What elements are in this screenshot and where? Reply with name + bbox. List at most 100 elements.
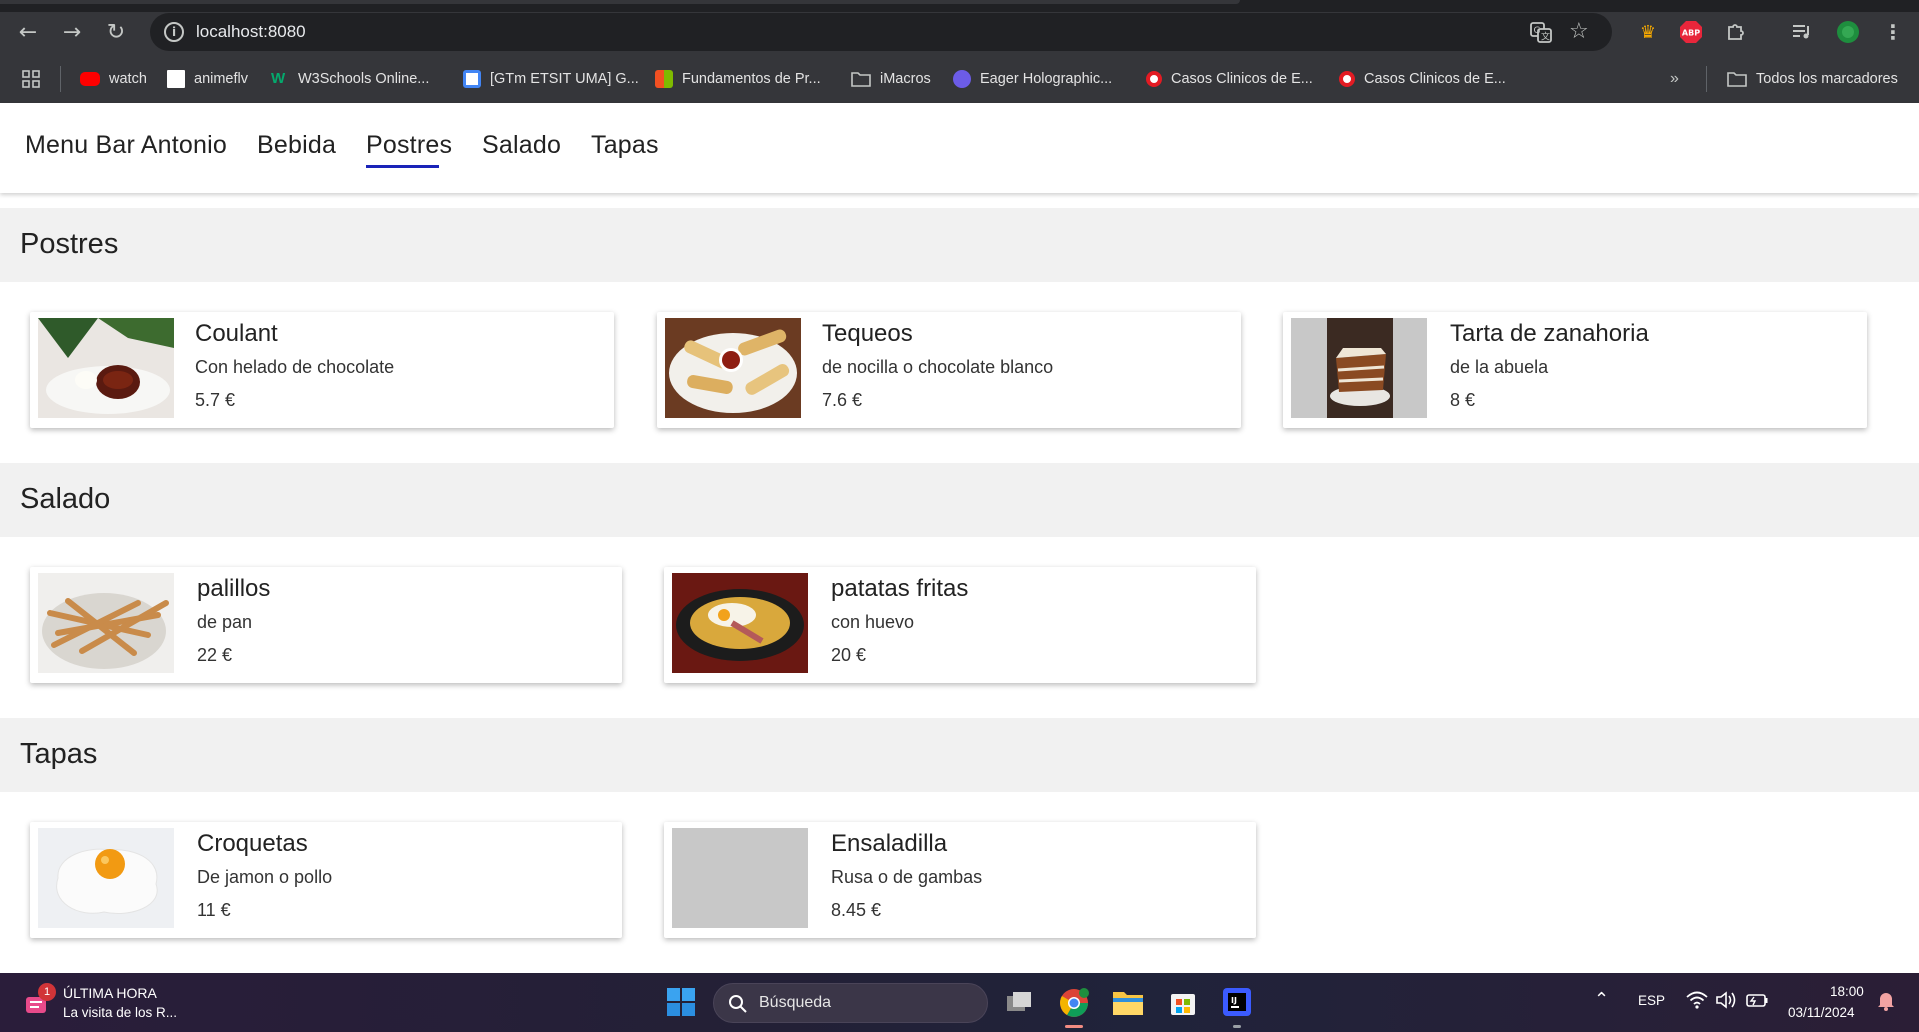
item-price: 11 € [197, 900, 231, 920]
card-text: Coulant Con helado de chocolate 5.7 € [195, 320, 394, 411]
section-title: Tapas [20, 738, 98, 770]
item-description: de la abuela [1450, 357, 1549, 377]
news-widget-icon[interactable]: 1 [22, 983, 56, 1017]
bookmark-w3schools[interactable]: W W3Schools Online... [271, 68, 429, 90]
bookmark-animeflv[interactable]: animeflv [167, 68, 248, 90]
section-header-tapas: Tapas [0, 718, 1919, 792]
bookmark-label: Casos Clinicos de E... [1364, 71, 1506, 87]
language-indicator[interactable]: ESP [1638, 993, 1665, 1008]
bookmark-casos-1[interactable]: Casos Clinicos de E... [1146, 68, 1313, 90]
tequeos-photo [665, 318, 801, 418]
apps-grid-icon[interactable] [22, 68, 40, 90]
carrot-cake-photo [1291, 318, 1427, 418]
card-text: Ensaladilla Rusa o de gambas 8.45 € [831, 830, 982, 921]
bookmark-fundamentos[interactable]: Fundamentos de Pr... [655, 68, 821, 90]
item-name: patatas fritas [831, 575, 969, 602]
bookmarks-divider [60, 66, 61, 92]
reload-icon[interactable]: ↻ [100, 16, 132, 48]
target-icon [1146, 71, 1162, 87]
svg-text:文: 文 [1541, 31, 1550, 43]
section-title: Salado [20, 483, 111, 515]
fried-egg-photo [38, 828, 174, 928]
translate-icon[interactable]: G文 [1530, 21, 1552, 48]
bookmarks-bar: watch animeflv W W3Schools Online... [GT… [0, 62, 1919, 96]
battery-icon[interactable] [1745, 991, 1769, 1014]
bookmark-gtm-etsit[interactable]: [GTm ETSIT UMA] G... [463, 68, 639, 90]
bookmark-label: Fundamentos de Pr... [682, 71, 821, 87]
back-icon[interactable]: ← [12, 16, 44, 48]
tab-strip [0, 0, 1919, 12]
card-text: Tarta de zanahoria de la abuela 8 € [1450, 320, 1649, 411]
clock-date[interactable]: 03/11/2024 [1788, 1005, 1855, 1020]
forward-icon[interactable]: → [56, 16, 88, 48]
all-bookmarks[interactable]: Todos los marcadores [1727, 68, 1898, 90]
brand-title[interactable]: Menu Bar Antonio [25, 131, 227, 160]
show-hidden-icons[interactable]: ⌃ [1594, 989, 1609, 1010]
crown-extension-icon[interactable]: ♛ [1633, 17, 1663, 47]
menu-card-coulant[interactable]: Coulant Con helado de chocolate 5.7 € [30, 312, 614, 428]
active-tab[interactable] [0, 0, 1240, 4]
menu-card-palillos[interactable]: palillos de pan 22 € [30, 567, 622, 683]
svg-text:IJ: IJ [1231, 996, 1237, 1005]
adblock-extension-icon[interactable]: ABP [1676, 17, 1706, 47]
microsoft-icon [655, 70, 673, 88]
bookmark-label: Eager Holographic... [980, 71, 1113, 87]
microsoft-store-icon[interactable] [1168, 987, 1198, 1017]
news-title[interactable]: ÚLTIMA HORA [63, 985, 157, 1001]
menu-card-patatas-fritas[interactable]: patatas fritas con huevo 20 € [664, 567, 1256, 683]
browser-chrome: ← → ↻ i localhost:8080 G文 ☆ ♛ ABP ⋮ watc… [0, 0, 1919, 103]
intellij-icon[interactable]: IJ [1222, 987, 1252, 1028]
section-header-salado: Salado [0, 463, 1919, 537]
profile-avatar[interactable] [1833, 17, 1863, 47]
menu-card-croquetas[interactable]: Croquetas De jamon o pollo 11 € [30, 822, 622, 938]
nav-bebida[interactable]: Bebida [257, 131, 336, 160]
clock-time[interactable]: 18:00 [1830, 984, 1864, 999]
bookmark-label: [GTm ETSIT UMA] G... [490, 71, 639, 87]
taskbar-search[interactable]: Búsqueda [713, 983, 988, 1023]
bookmark-imacros[interactable]: iMacros [851, 68, 931, 90]
media-control-icon[interactable] [1787, 17, 1817, 47]
bookmark-eager[interactable]: Eager Holographic... [953, 68, 1112, 90]
item-description: de nocilla o chocolate blanco [822, 357, 1054, 377]
wifi-icon[interactable] [1686, 990, 1708, 1015]
menu-card-tarta-zanahoria[interactable]: Tarta de zanahoria de la abuela 8 € [1283, 312, 1867, 428]
image-placeholder [672, 828, 808, 928]
item-price: 8 € [1450, 390, 1476, 410]
search-placeholder: Búsqueda [759, 994, 832, 1011]
bookmark-label: W3Schools Online... [298, 71, 430, 87]
news-subtitle[interactable]: La visita de los R... [63, 1005, 177, 1020]
menu-card-ensaladilla[interactable]: Ensaladilla Rusa o de gambas 8.45 € [664, 822, 1256, 938]
bookmark-casos-2[interactable]: Casos Clinicos de E... [1339, 68, 1506, 90]
windows-start-icon[interactable] [666, 987, 696, 1017]
nav-salado[interactable]: Salado [482, 131, 561, 160]
volume-icon[interactable] [1715, 990, 1737, 1015]
menu-card-tequeos[interactable]: Tequeos de nocilla o chocolate blanco 7.… [657, 312, 1241, 428]
windows-taskbar: 1 ÚLTIMA HORA La visita de los R... Búsq… [0, 973, 1919, 1032]
file-explorer-icon[interactable] [1112, 987, 1143, 1017]
site-info-icon[interactable]: i [164, 22, 184, 42]
chrome-taskbar-icon[interactable] [1058, 987, 1089, 1028]
youtube-icon [80, 72, 100, 86]
bookmark-label: animeflv [194, 71, 248, 87]
fries-with-egg-photo [672, 573, 808, 673]
card-text: patatas fritas con huevo 20 € [831, 575, 968, 666]
url-text[interactable]: localhost:8080 [196, 22, 306, 42]
folder-icon [1727, 72, 1747, 87]
section-header-postres: Postres [0, 208, 1919, 282]
item-name: Croquetas [197, 830, 308, 857]
bookmark-watch[interactable]: watch [80, 68, 147, 90]
extensions-puzzle-icon[interactable] [1721, 17, 1751, 47]
nav-postres[interactable]: Postres [366, 131, 452, 160]
browser-menu-icon[interactable]: ⋮ [1878, 17, 1908, 47]
item-price: 20 € [831, 645, 867, 665]
item-price: 5.7 € [195, 390, 236, 410]
notification-bell-icon[interactable] [1876, 990, 1896, 1017]
card-text: Tequeos de nocilla o chocolate blanco 7.… [822, 320, 1053, 411]
bookmark-star-icon[interactable]: ☆ [1569, 19, 1589, 44]
address-bar[interactable]: i localhost:8080 G文 ☆ [150, 13, 1612, 51]
item-price: 22 € [197, 645, 233, 665]
more-bookmarks-icon[interactable]: » [1670, 68, 1679, 90]
bookmark-label: iMacros [880, 71, 931, 87]
task-view-icon[interactable] [1004, 987, 1034, 1017]
nav-tapas[interactable]: Tapas [591, 131, 659, 160]
